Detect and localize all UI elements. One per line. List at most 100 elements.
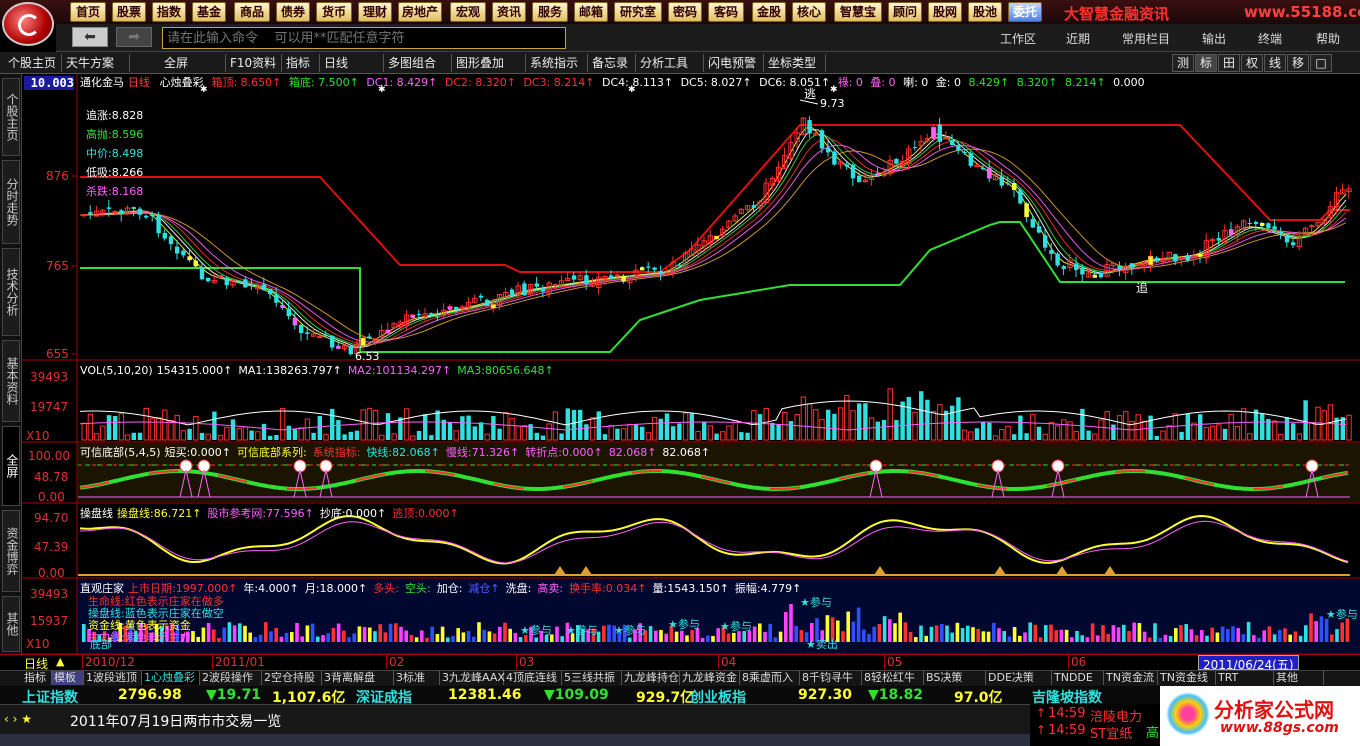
indicator-tab-3[interactable]: 1心烛叠彩	[142, 671, 200, 685]
indicator-tab-18[interactable]: TNDDE	[1052, 671, 1104, 685]
indicator-tab-13[interactable]: 8乘虚而入	[740, 671, 800, 685]
param-7: DC6: 8.051↑	[755, 76, 831, 89]
candle-highlight	[1198, 253, 1203, 257]
b2info-title: 操盘线	[80, 507, 113, 520]
b3-bar	[1168, 636, 1173, 642]
param-9: 叠: 0	[866, 76, 896, 89]
vol-bar-down	[757, 414, 763, 440]
vol-bar-down	[478, 422, 484, 440]
vol-bar-down	[131, 432, 136, 440]
vol-bar-down	[640, 426, 645, 440]
vol-bar-down	[274, 434, 279, 440]
vol-bar-down	[788, 421, 794, 440]
vol-bar-down	[261, 423, 267, 440]
b2-mark-0	[554, 566, 566, 575]
indicator-tab-21[interactable]: TRT	[1216, 671, 1274, 685]
candle-body-down	[1018, 190, 1023, 204]
date-axis-bar	[0, 654, 1360, 670]
indicator-tab-22[interactable]: 其他	[1274, 671, 1324, 685]
vol-bar-up	[937, 404, 943, 441]
vol-bar-down	[739, 432, 744, 440]
indicator-tab-8[interactable]: 3九龙峰AAX	[440, 671, 505, 685]
play-icon[interactable]: ▲	[56, 655, 64, 668]
vol-bar-up	[1166, 425, 1172, 441]
b1info-val-2: 系统指标:	[312, 446, 361, 459]
indicator-tab-10[interactable]: 5三线共振	[562, 671, 622, 685]
candle-body-down	[478, 295, 484, 298]
vol-bar-up	[806, 403, 813, 441]
b3-bar	[1257, 637, 1261, 642]
indicator-tab-1[interactable]: 模板	[52, 671, 84, 685]
b3-bar	[238, 623, 242, 642]
indicator-tab-9[interactable]: 4顶底连线	[504, 671, 562, 685]
b3-bar	[1194, 635, 1199, 642]
vol-bar-down	[956, 397, 961, 440]
candle-body-up	[664, 272, 670, 275]
b3-bar	[456, 628, 460, 642]
candle-highlight	[280, 305, 285, 309]
indicator-tab-7[interactable]: 3标准	[394, 671, 440, 685]
vol-bar-down	[1222, 428, 1228, 440]
indicator-tab-17[interactable]: DDE决策	[986, 671, 1052, 685]
candle-body-down	[323, 334, 329, 336]
b3-bar	[383, 632, 388, 642]
indicator-tab-14[interactable]: 8千钧寻牛	[800, 671, 862, 685]
b2-line-yellow	[79, 514, 1349, 565]
candle-body-down	[522, 283, 527, 295]
vol-bar-up	[162, 409, 168, 441]
vol-bar-up	[1092, 433, 1098, 441]
vol-bar-down	[987, 422, 992, 440]
b3-bar	[960, 628, 965, 642]
date-label-3: 03	[516, 655, 534, 669]
indicator-tab-0[interactable]: 指标	[22, 671, 52, 685]
vol-bar-down	[292, 429, 298, 440]
b3-bar	[492, 633, 497, 642]
candle-body-down	[206, 277, 211, 282]
indicator-tab-20[interactable]: TN资金线	[1158, 671, 1216, 685]
vol-bar-up	[180, 430, 187, 441]
candle-body-down	[540, 287, 546, 292]
candle-highlight	[193, 260, 198, 267]
b3-bar	[992, 622, 996, 642]
candle-body-down	[268, 288, 273, 295]
indicator-tab-5[interactable]: 2空仓持股	[262, 671, 322, 685]
vol-bar-up	[1054, 425, 1061, 441]
candle-body-down	[677, 264, 682, 266]
b3-bar	[264, 622, 268, 642]
indicator-tab-16[interactable]: BS决策	[924, 671, 986, 685]
indicator-tab-15[interactable]: 8轻松红牛	[862, 671, 924, 685]
vol-bar-down	[230, 419, 236, 440]
param-extra-1: 8.320↑	[1013, 76, 1058, 89]
b3-bar	[1267, 626, 1272, 642]
indicator-tab-4[interactable]: 2波段操作	[200, 671, 262, 685]
indicator-tab-19[interactable]: TN资金流	[1104, 671, 1158, 685]
indicator-tab-6[interactable]: 3背离解盘	[322, 671, 394, 685]
date-label-5: 05	[884, 655, 902, 669]
b3-bar	[950, 632, 954, 642]
main-y-label-0: 876	[46, 169, 69, 183]
indicator-tab-11[interactable]: 九龙峰持仓	[622, 671, 680, 685]
indicator-tab-12[interactable]: 九龙峰资金	[680, 671, 740, 685]
candle-body-down	[1061, 266, 1066, 269]
level-2: 中价:8.498	[86, 147, 144, 160]
b3-bar	[1236, 628, 1240, 642]
b1-y-label-2: 0.00	[38, 490, 65, 504]
vol-bar-down	[578, 409, 583, 440]
b3-bar	[846, 611, 850, 642]
b3-bar	[1174, 628, 1178, 642]
news-nav-icon[interactable]: ‹ › ★	[4, 712, 32, 726]
b2-y-label-2: 0.00	[38, 566, 65, 580]
vol-bar-down	[894, 420, 899, 440]
b3-bar	[1324, 618, 1329, 642]
news-text[interactable]: 2011年07月19日两市市交易一览	[70, 711, 281, 731]
chase-label: 追	[1136, 280, 1148, 295]
b3-bar	[331, 627, 336, 642]
vol-bar-up	[193, 415, 199, 441]
b3-bar	[420, 630, 424, 642]
indicator-tab-2[interactable]: 1波段逃顶	[84, 671, 142, 685]
b3-bar	[1304, 625, 1308, 642]
b3-bar	[1283, 628, 1287, 642]
vol-bar-up	[930, 411, 937, 441]
vol-bar-down	[615, 428, 620, 440]
candle-highlight	[621, 275, 626, 282]
